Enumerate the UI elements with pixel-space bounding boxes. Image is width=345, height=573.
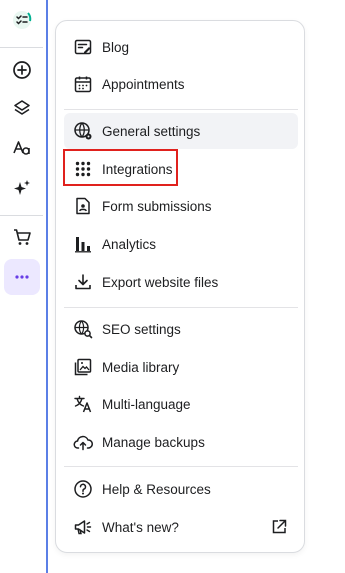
ai-tools-button[interactable]	[4, 170, 40, 206]
integrations-highlight-box	[63, 149, 178, 186]
menu-item-help-resources[interactable]: Help & Resources	[64, 471, 298, 507]
menu-item-label: What's new?	[102, 519, 179, 535]
menu-item-analytics[interactable]: Analytics	[64, 226, 298, 262]
layers-button[interactable]	[4, 90, 40, 126]
download-icon	[73, 272, 93, 292]
form-document-icon	[73, 196, 93, 216]
rail-divider	[0, 215, 43, 216]
left-rail	[0, 0, 48, 573]
add-element-button[interactable]	[4, 52, 40, 88]
menu-item-label: Media library	[102, 359, 180, 375]
menu-item-label: Multi-language	[102, 396, 191, 412]
menu-divider	[64, 109, 298, 110]
menu-item-general-settings[interactable]: General settings	[64, 113, 298, 149]
text-style-icon	[13, 141, 30, 155]
menu-item-label: Manage backups	[102, 434, 205, 450]
add-circle-icon	[13, 61, 31, 79]
menu-item-label: General settings	[102, 123, 201, 139]
menu-item-label: Form submissions	[102, 198, 212, 214]
menu-item-media-library[interactable]: Media library	[64, 349, 298, 385]
menu-item-appointments[interactable]: Appointments	[64, 66, 298, 102]
menu-item-label: Analytics	[102, 236, 157, 252]
menu-divider	[64, 466, 298, 467]
image-library-icon	[73, 357, 93, 377]
menu-item-manage-backups[interactable]: Manage backups	[64, 424, 298, 460]
styles-button[interactable]	[4, 130, 40, 166]
translate-icon	[73, 394, 93, 414]
menu-item-multi-language[interactable]: Multi-language	[64, 386, 298, 422]
more-horizontal-icon	[15, 275, 29, 279]
checklist-button[interactable]	[4, 2, 40, 38]
cloud-upload-icon	[73, 432, 93, 452]
menu-item-blog[interactable]: Blog	[64, 29, 298, 65]
seo-globe-search-icon	[73, 319, 93, 339]
checklist-icon	[13, 11, 32, 29]
menu-item-label: Export website files	[102, 274, 219, 290]
menu-item-label: SEO settings	[102, 321, 181, 337]
cart-icon	[14, 229, 31, 245]
more-menu-panel: Blog Appointments General settings Integ…	[55, 20, 305, 553]
menu-item-export-files[interactable]: Export website files	[64, 264, 298, 300]
bar-chart-icon	[73, 234, 93, 254]
megaphone-icon	[73, 517, 93, 537]
more-button[interactable]	[4, 259, 40, 295]
globe-settings-icon	[73, 121, 93, 141]
menu-item-form-submissions[interactable]: Form submissions	[64, 188, 298, 224]
menu-item-label: Blog	[102, 39, 130, 55]
sparkles-icon	[14, 180, 30, 195]
rail-divider	[0, 47, 43, 48]
blog-icon	[73, 37, 93, 57]
menu-item-seo-settings[interactable]: SEO settings	[64, 311, 298, 347]
menu-divider	[64, 307, 298, 308]
menu-item-label: Appointments	[102, 76, 185, 92]
store-button[interactable]	[4, 219, 40, 255]
menu-item-label: Help & Resources	[102, 481, 211, 497]
menu-item-whats-new[interactable]: What's new?	[64, 509, 298, 545]
help-circle-icon	[73, 479, 93, 499]
layers-icon	[14, 100, 30, 115]
calendar-icon	[73, 74, 93, 94]
canvas-edge-line	[46, 0, 48, 573]
external-link-icon	[272, 519, 287, 534]
